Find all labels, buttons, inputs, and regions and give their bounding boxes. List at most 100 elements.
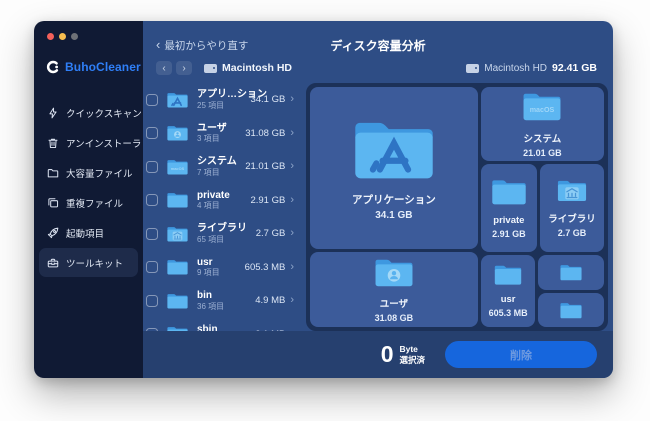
file-list-row[interactable]: アプリ…ション25 項目34.1 GB › bbox=[146, 83, 296, 117]
row-checkbox[interactable] bbox=[146, 228, 158, 240]
chevron-right-icon: › bbox=[290, 262, 294, 273]
file-list-row[interactable]: usr9 項目605.3 MB› bbox=[146, 251, 296, 285]
sidebar: BuhoCleaner クイックスキャンアンインストーラ大容量ファイル重複ファイ… bbox=[34, 21, 143, 378]
folder-item-count: 36 項目 bbox=[197, 302, 255, 312]
tile-label: usr bbox=[501, 294, 516, 305]
folder-size: 21.01 GB bbox=[245, 161, 285, 172]
sidebar-item-label: 重複ファイル bbox=[66, 196, 123, 210]
sidebar-item-quick-scan[interactable]: クイックスキャン bbox=[39, 98, 138, 127]
tile-label: システム bbox=[524, 131, 562, 145]
sidebar-item-startup-items[interactable]: 起動項目 bbox=[39, 218, 138, 247]
zoom-window-button[interactable] bbox=[71, 33, 78, 40]
file-list-row[interactable]: bin36 項目4.9 MB› bbox=[146, 284, 296, 318]
file-list-row[interactable]: private4 項目2.91 GB› bbox=[146, 184, 296, 218]
nav-forward-button[interactable]: › bbox=[176, 61, 192, 75]
folder-size: 34.1 GB bbox=[250, 94, 285, 105]
folder-icon: macOS bbox=[166, 158, 189, 176]
folder-item-count: 3 項目 bbox=[197, 134, 245, 144]
sidebar-item-label: 起動項目 bbox=[66, 226, 104, 240]
treemap-tile-users[interactable]: ユーザ31.08 GB bbox=[310, 252, 478, 327]
treemap-tile-private[interactable]: private 2.91 GB bbox=[481, 164, 537, 252]
bolt-icon bbox=[47, 107, 59, 119]
file-list-row[interactable]: macOSシステム7 項目21.01 GB› bbox=[146, 150, 296, 184]
row-checkbox[interactable] bbox=[146, 161, 158, 173]
chevron-right-icon: › bbox=[290, 195, 294, 206]
folder-icon bbox=[490, 177, 528, 207]
folder-icon: macOS bbox=[521, 90, 563, 124]
tile-size: 2.7 GB bbox=[558, 228, 587, 238]
minimize-window-button[interactable] bbox=[59, 33, 66, 40]
folder-icon bbox=[166, 191, 189, 209]
folder-name: アプリ…ション bbox=[197, 89, 250, 101]
folder-name: sbin bbox=[197, 324, 255, 331]
chevron-right-icon: › bbox=[290, 94, 294, 105]
svg-text:macOS: macOS bbox=[171, 166, 185, 171]
sidebar-item-duplicate-files[interactable]: 重複ファイル bbox=[39, 188, 138, 217]
tile-label: private bbox=[493, 215, 524, 226]
main-panel: ディスク容量分析 ‹ 最初からやり直す ‹ › Macintosh HD Mac… bbox=[143, 21, 613, 378]
app-title: BuhoCleaner bbox=[65, 60, 141, 74]
folder-size: 2.91 GB bbox=[250, 195, 285, 206]
toolbox-icon bbox=[47, 257, 59, 269]
selected-unit-label: Byte 選択済 bbox=[399, 344, 425, 365]
treemap-tile-applications[interactable]: アプリケーション 34.1 GB bbox=[310, 87, 478, 249]
tile-size: 2.91 GB bbox=[492, 229, 526, 239]
row-checkbox[interactable] bbox=[146, 261, 158, 273]
folder-name: ライブラリ bbox=[197, 223, 256, 235]
treemap-tile-system[interactable]: macOSシステム21.01 GB bbox=[481, 87, 604, 161]
sidebar-item-uninstaller[interactable]: アンインストーラ bbox=[39, 128, 138, 157]
folder-name: private bbox=[197, 190, 250, 202]
selection-footer: 0 Byte 選択済 削除 bbox=[143, 331, 613, 378]
folder-name: システム bbox=[197, 156, 245, 168]
treemap-tile-library[interactable]: ライブラリ2.7 GB bbox=[540, 164, 604, 252]
nav-back-button[interactable]: ‹ bbox=[156, 61, 172, 75]
tile-size: 605.3 MB bbox=[489, 308, 528, 318]
folder-icon bbox=[373, 256, 415, 290]
tile-label: ユーザ bbox=[380, 296, 408, 310]
analysis-content: アプリ…ション25 項目34.1 GB›ユーザ3 項目31.08 GB›macO… bbox=[143, 76, 613, 331]
row-checkbox[interactable] bbox=[146, 94, 158, 106]
rocket-icon bbox=[47, 227, 59, 239]
path-bar: ‹ › Macintosh HD Macintosh HD 92.41 GB bbox=[143, 60, 613, 76]
treemap-tile-usr[interactable]: usr 605.3 MB bbox=[481, 255, 536, 327]
svg-text:macOS: macOS bbox=[530, 106, 555, 114]
tile-label: アプリケーション bbox=[352, 192, 436, 207]
sidebar-item-toolkit[interactable]: ツールキット bbox=[39, 248, 138, 277]
sidebar-item-label: アンインストーラ bbox=[66, 136, 141, 150]
folder-icon bbox=[166, 91, 189, 109]
buhocleaner-logo-icon bbox=[46, 60, 60, 74]
tile-size: 34.1 GB bbox=[375, 210, 412, 221]
selected-amount: 0 bbox=[381, 341, 394, 368]
file-list-row[interactable]: ユーザ3 項目31.08 GB› bbox=[146, 117, 296, 151]
app-brand: BuhoCleaner bbox=[46, 60, 143, 74]
file-list-row[interactable]: ライブラリ65 項目2.7 GB› bbox=[146, 217, 296, 251]
delete-button[interactable]: 削除 bbox=[445, 341, 597, 368]
chevron-right-icon: › bbox=[290, 295, 294, 306]
app-window: BuhoCleaner クイックスキャンアンインストーラ大容量ファイル重複ファイ… bbox=[34, 21, 613, 378]
folder-item-count: 25 項目 bbox=[197, 101, 250, 111]
folder-item-count: 9 項目 bbox=[197, 268, 245, 278]
treemap-tile-bin[interactable] bbox=[538, 255, 604, 291]
row-checkbox[interactable] bbox=[146, 295, 158, 307]
breadcrumb: Macintosh HD bbox=[204, 62, 292, 74]
row-checkbox[interactable] bbox=[146, 194, 158, 206]
close-window-button[interactable] bbox=[47, 33, 54, 40]
sidebar-item-large-files[interactable]: 大容量ファイル bbox=[39, 158, 138, 187]
chevron-left-icon: ‹ bbox=[156, 40, 160, 50]
window-controls bbox=[34, 21, 143, 40]
folder-icon bbox=[47, 167, 59, 179]
treemap: アプリケーション34.1 GB ユーザ31.08 GB macOSシステム21.… bbox=[306, 83, 608, 331]
folder-icon bbox=[166, 124, 189, 142]
copy-icon bbox=[47, 197, 59, 209]
folder-size: 605.3 MB bbox=[245, 262, 286, 273]
chevron-right-icon: › bbox=[290, 128, 294, 139]
treemap-tile-sbin[interactable] bbox=[538, 293, 604, 327]
file-list-row[interactable]: sbin64 項目2.1 MB› bbox=[146, 318, 296, 332]
folder-icon bbox=[166, 225, 189, 243]
folder-list: アプリ…ション25 項目34.1 GB›ユーザ3 項目31.08 GB›macO… bbox=[146, 83, 296, 331]
row-checkbox[interactable] bbox=[146, 127, 158, 139]
sidebar-menu: クイックスキャンアンインストーラ大容量ファイル重複ファイル起動項目ツールキット bbox=[34, 98, 143, 277]
start-over-button[interactable]: ‹ 最初からやり直す bbox=[156, 38, 248, 53]
folder-icon bbox=[493, 263, 523, 287]
disk-icon bbox=[204, 64, 217, 73]
